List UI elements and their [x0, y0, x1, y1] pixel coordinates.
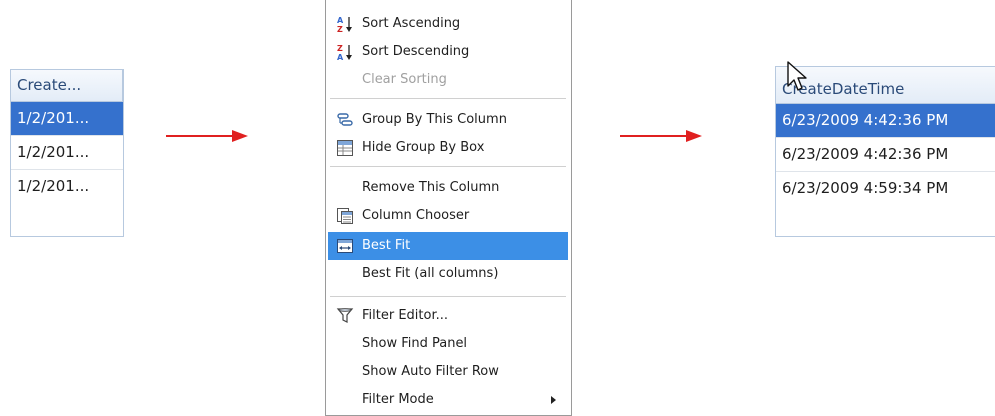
column-context-menu: A Z Sort Ascending Z A Sort Descending C…: [325, 0, 572, 416]
right-arrow-icon: [166, 130, 248, 142]
menu-item-clear-sorting[interactable]: Clear Sorting: [328, 66, 568, 94]
menu-item-show-auto-filter-row[interactable]: Show Auto Filter Row: [328, 358, 568, 386]
menu-item-label: Best Fit: [362, 238, 411, 253]
table-row[interactable]: 6/23/2009 4:42:36 PM: [776, 104, 995, 138]
table-row[interactable]: 1/2/201...: [11, 102, 123, 136]
menu-item-filter-mode[interactable]: Filter Mode: [328, 386, 568, 414]
menu-item-label: Column Chooser: [362, 208, 470, 223]
menu-item-hide-group-by-box[interactable]: Hide Group By Box: [328, 134, 568, 162]
menu-item-label: Show Auto Filter Row: [362, 364, 499, 379]
mouse-cursor-icon: [787, 61, 807, 91]
right-arrow-icon: [620, 130, 702, 142]
svg-text:Z: Z: [337, 44, 343, 53]
menu-item-label: Best Fit (all columns): [362, 266, 499, 281]
table-row[interactable]: 1/2/201...: [11, 170, 123, 203]
sort-descending-icon: Z A: [336, 43, 354, 61]
sort-ascending-icon: A Z: [336, 15, 354, 33]
menu-item-label: Hide Group By Box: [362, 140, 485, 155]
column-chooser-icon: [336, 207, 354, 225]
submenu-arrow-icon: [551, 396, 556, 404]
menu-item-label: Remove This Column: [362, 180, 500, 195]
menu-item-label: Filter Editor...: [362, 308, 449, 323]
best-fit-icon: [336, 237, 354, 255]
menu-item-best-fit-all-columns[interactable]: Best Fit (all columns): [328, 260, 568, 288]
table-row[interactable]: 6/23/2009 4:59:34 PM: [776, 172, 995, 205]
svg-text:A: A: [337, 53, 344, 61]
svg-text:A: A: [337, 16, 344, 25]
group-box-icon: [336, 139, 354, 157]
menu-separator: [330, 166, 566, 167]
menu-item-label: Sort Ascending: [362, 16, 461, 31]
column-header-create[interactable]: Create...: [11, 70, 123, 102]
menu-item-remove-column[interactable]: Remove This Column: [328, 174, 568, 202]
menu-item-label: Clear Sorting: [362, 72, 447, 87]
table-row[interactable]: 1/2/201...: [11, 136, 123, 170]
menu-item-label: Show Find Panel: [362, 336, 468, 351]
group-by-icon: [336, 111, 354, 129]
filter-icon: [336, 307, 354, 325]
menu-item-label: Filter Mode: [362, 392, 434, 407]
menu-separator: [330, 296, 566, 297]
menu-item-label: Sort Descending: [362, 44, 470, 59]
menu-item-column-chooser[interactable]: Column Chooser: [328, 202, 568, 230]
menu-item-best-fit[interactable]: Best Fit: [328, 232, 568, 260]
menu-item-group-by-column[interactable]: Group By This Column: [328, 106, 568, 134]
svg-text:Z: Z: [337, 25, 343, 33]
menu-item-filter-editor[interactable]: Filter Editor...: [328, 302, 568, 330]
menu-item-show-find-panel[interactable]: Show Find Panel: [328, 330, 568, 358]
menu-item-label: Group By This Column: [362, 112, 507, 127]
menu-item-sort-descending[interactable]: Z A Sort Descending: [328, 38, 568, 66]
grid-before: Create... 1/2/201... 1/2/201... 1/2/201.…: [10, 69, 124, 237]
menu-separator: [330, 98, 566, 99]
menu-item-sort-ascending[interactable]: A Z Sort Ascending: [328, 10, 568, 38]
table-row[interactable]: 6/23/2009 4:42:36 PM: [776, 138, 995, 172]
grid-after: CreateDateTime 6/23/2009 4:42:36 PM 6/23…: [775, 66, 995, 237]
column-header-createdatetime[interactable]: CreateDateTime: [776, 67, 995, 104]
